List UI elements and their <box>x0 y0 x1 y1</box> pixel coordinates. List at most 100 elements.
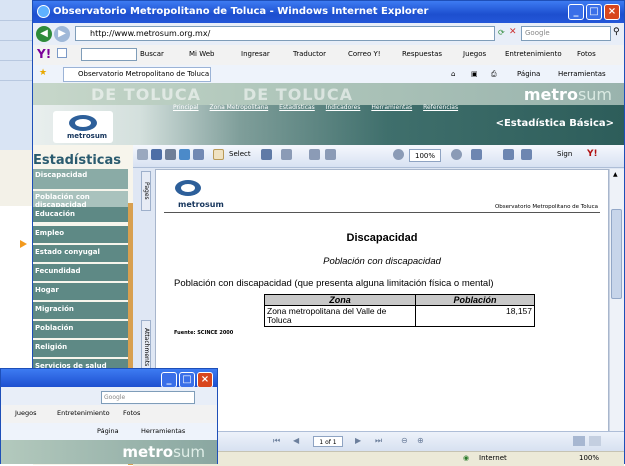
menu-zona[interactable]: Zona Metropolitana <box>210 104 269 111</box>
search-placeholder: Google <box>525 29 550 37</box>
search-input[interactable]: Google <box>521 26 611 41</box>
bg-maximize-button[interactable]: □ <box>179 372 195 388</box>
refresh-icon[interactable]: ⟳ <box>498 28 505 37</box>
menu-herramientas-site[interactable]: Herramientas <box>371 104 412 111</box>
zoom-out-icon[interactable] <box>281 149 292 160</box>
bg-minimize-button[interactable]: _ <box>161 372 177 388</box>
forward-button[interactable]: ▶ <box>54 26 70 42</box>
last-page-icon[interactable]: ⏭ <box>375 436 382 446</box>
nav-item-migracion[interactable]: Migración <box>33 302 128 321</box>
yahoo-entretenimiento[interactable]: Entretenimiento <box>505 50 562 58</box>
menu-referencias[interactable]: Referencias <box>423 104 458 111</box>
menu-indicadores[interactable]: Indicadores <box>326 104 361 111</box>
background-browser-window: _ □ × Google Juegos Entretenimiento Foto… <box>0 368 218 464</box>
page-display-icon[interactable] <box>471 149 482 160</box>
yahoo-buscar[interactable]: Buscar <box>140 50 164 58</box>
col-poblacion: Población <box>415 294 535 306</box>
site-menu: Principal Zona Metropolitana Estadística… <box>173 104 467 111</box>
metrosum-logo[interactable]: metrosum <box>524 85 612 104</box>
nav-item-fecundidad[interactable]: Fecundidad <box>33 264 128 283</box>
comment-icon[interactable] <box>503 149 514 160</box>
minimize-button[interactable]: _ <box>568 4 584 20</box>
search-icon[interactable]: ⚲ <box>613 27 620 37</box>
next-page-icon[interactable]: ▶ <box>355 436 361 445</box>
close-button[interactable]: × <box>604 4 620 20</box>
bg-entretenimiento[interactable]: Entretenimiento <box>57 409 110 417</box>
bg-juegos[interactable]: Juegos <box>15 409 37 417</box>
search-pdf-icon[interactable] <box>193 149 204 160</box>
single-page-icon[interactable] <box>573 436 585 446</box>
print-pdf-icon[interactable] <box>165 149 176 160</box>
email-icon[interactable] <box>179 149 190 160</box>
nav-item-empleo[interactable]: Empleo <box>33 226 128 245</box>
forward-view-icon[interactable]: ⊕ <box>417 436 424 445</box>
nav-item-religion[interactable]: Religión <box>33 340 128 359</box>
pencil-icon[interactable] <box>57 48 67 58</box>
status-zoom[interactable]: 100% <box>579 454 599 462</box>
fit-width-icon[interactable] <box>325 149 336 160</box>
continuous-icon[interactable] <box>589 436 601 446</box>
yahoo-ingresar[interactable]: Ingresar <box>241 50 270 58</box>
globe-icon: ◉ <box>463 454 470 462</box>
yahoo-mi-web[interactable]: Mi Web <box>189 50 214 58</box>
yahoo-fotos[interactable]: Fotos <box>577 50 596 58</box>
sidebar-toggle-icon[interactable] <box>137 149 148 160</box>
stop-icon[interactable]: ✕ <box>509 27 517 37</box>
address-input[interactable]: http://www.metrosum.org.mx/ <box>75 26 495 41</box>
bg-close-button[interactable]: × <box>197 372 213 388</box>
back-button[interactable]: ◀ <box>36 26 52 42</box>
zone-label: Internet <box>479 454 507 462</box>
yahoo-logo-icon[interactable]: Y! <box>37 47 51 61</box>
attachments-tab[interactable]: Attachments <box>141 320 151 375</box>
yahoo-correo[interactable]: Correo Y! <box>348 50 381 58</box>
menu-pagina[interactable]: Página <box>517 70 540 78</box>
scroll-thumb[interactable] <box>611 209 622 299</box>
vertical-scrollbar[interactable]: ▲ <box>609 169 624 431</box>
nav-item-estado-conyugal[interactable]: Estado conyugal <box>33 245 128 264</box>
pages-tab[interactable]: Pages <box>141 171 151 211</box>
bg-search-input[interactable]: Google <box>101 391 195 404</box>
zoom-plus-icon[interactable] <box>451 149 462 160</box>
sign-menu[interactable]: Sign <box>557 150 572 158</box>
yahoo-juegos[interactable]: Juegos <box>463 50 486 58</box>
yahoo-traductor[interactable]: Traductor <box>293 50 326 58</box>
bg-fotos[interactable]: Fotos <box>123 409 140 417</box>
scroll-up-icon[interactable]: ▲ <box>613 171 618 178</box>
acrobat-icon[interactable]: Y! <box>587 149 598 159</box>
menu-estadisticas[interactable]: Estadísticas <box>279 104 315 111</box>
back-view-icon[interactable]: ⊖ <box>401 436 408 445</box>
home-icon[interactable]: ⌂ <box>451 70 455 78</box>
maximize-button[interactable]: □ <box>586 4 602 20</box>
yahoo-respuestas[interactable]: Respuestas <box>402 50 442 58</box>
nav-item-discapacidad[interactable]: Discapacidad <box>33 169 128 191</box>
hand-tool-icon[interactable] <box>213 149 224 160</box>
nav-item-hogar[interactable]: Hogar <box>33 283 128 302</box>
nav-item-educacion[interactable]: Educación <box>33 207 128 224</box>
zoom-minus-icon[interactable] <box>393 149 404 160</box>
site-logo[interactable]: metrosum <box>53 111 113 143</box>
highlight-icon[interactable] <box>521 149 532 160</box>
prev-page-icon[interactable]: ◀ <box>293 436 299 445</box>
select-tool[interactable]: Select <box>229 150 251 158</box>
bg-pagina[interactable]: Página <box>97 427 119 435</box>
tab-observatorio[interactable]: Observatorio Metropolitano de Toluca <box>63 67 211 82</box>
zoom-input[interactable]: 100% <box>409 149 441 162</box>
ie-icon <box>37 5 50 18</box>
window-title: Observatorio Metropolitano de Toluca - W… <box>53 6 429 17</box>
yahoo-search-field[interactable] <box>81 48 137 61</box>
bg-herramientas[interactable]: Herramientas <box>141 427 185 435</box>
pdf-toolbar: Select 100% Sign Y! <box>133 145 624 168</box>
favorites-star-icon[interactable]: ★ <box>39 68 47 78</box>
first-page-icon[interactable]: ⏮ <box>273 436 280 446</box>
nav-item-poblacion[interactable]: Población <box>33 321 128 340</box>
fit-page-icon[interactable] <box>309 149 320 160</box>
print-icon[interactable]: ⎙ <box>491 70 497 79</box>
menu-principal[interactable]: Principal <box>173 104 199 111</box>
feeds-icon[interactable]: ▣ <box>471 70 478 78</box>
save-icon[interactable] <box>151 149 162 160</box>
menu-herramientas[interactable]: Herramientas <box>558 70 606 78</box>
page-indicator[interactable]: 1 of 1 <box>313 436 343 447</box>
snapshot-icon[interactable] <box>261 149 272 160</box>
estadistica-basica-label: <Estadística Básica> <box>495 118 614 129</box>
nav-title: Estadísticas <box>33 153 121 168</box>
